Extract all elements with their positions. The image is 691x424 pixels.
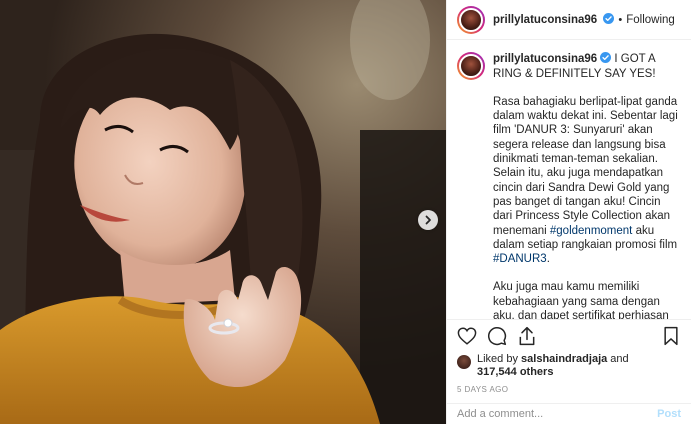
bookmark-icon: [664, 327, 678, 346]
post-side-panel: prillylatuconsina96 • Following prillyla…: [446, 0, 691, 424]
post-comment-button[interactable]: Post: [657, 408, 681, 420]
chevron-right-icon: [425, 215, 431, 225]
comment-icon: [488, 327, 507, 346]
comment-button[interactable]: [485, 324, 509, 348]
photo-illustration: [0, 0, 446, 424]
instagram-post: prillylatuconsina96 • Following prillyla…: [0, 0, 691, 424]
liker-avatar[interactable]: [457, 354, 471, 369]
share-button[interactable]: [515, 324, 539, 348]
comment-input[interactable]: [457, 408, 658, 421]
save-button[interactable]: [659, 324, 683, 348]
author-avatar[interactable]: [457, 5, 485, 34]
like-button[interactable]: [455, 324, 479, 348]
next-photo-button[interactable]: [418, 210, 438, 230]
verified-badge-icon: [600, 52, 612, 64]
following-button[interactable]: Following: [626, 14, 675, 26]
verified-badge-icon: [603, 13, 615, 25]
likes-row: Liked by salshaindradjaja and 317,544 ot…: [447, 353, 691, 381]
share-icon: [519, 327, 535, 346]
hashtag-goldenmoment[interactable]: #goldenmoment: [550, 225, 632, 237]
post-header: prillylatuconsina96 • Following: [447, 0, 691, 41]
likes-text: Liked by salshaindradjaja and 317,544 ot…: [477, 352, 629, 378]
caption-paragraph-2: Aku juga mau kamu memiliki kebahagiaan y…: [493, 281, 669, 319]
hashtag-danur3[interactable]: #DANUR3: [493, 253, 547, 265]
comment-bar: Post: [447, 403, 691, 424]
separator-dot: •: [618, 13, 623, 26]
caption-text: prillylatuconsina96 I GOT A RING & DEFIN…: [493, 52, 681, 319]
action-bar: [447, 318, 691, 353]
caption-author-avatar[interactable]: [457, 52, 485, 81]
caption-username[interactable]: prillylatuconsina96: [493, 53, 597, 65]
caption-paragraph-1: Rasa bahagiaku berlipat-lipat ganda dala…: [493, 95, 678, 266]
caption-row: prillylatuconsina96 I GOT A RING & DEFIN…: [457, 52, 681, 319]
caption-area[interactable]: prillylatuconsina96 I GOT A RING & DEFIN…: [447, 40, 691, 319]
author-username[interactable]: prillylatuconsina96: [493, 13, 615, 26]
heart-icon: [457, 327, 477, 345]
post-timestamp[interactable]: 5 DAYS AGO: [447, 381, 691, 404]
post-photo[interactable]: [0, 0, 446, 424]
likes-count[interactable]: 317,544 others: [477, 366, 553, 378]
liker-username[interactable]: salshaindradjaja: [521, 353, 607, 365]
